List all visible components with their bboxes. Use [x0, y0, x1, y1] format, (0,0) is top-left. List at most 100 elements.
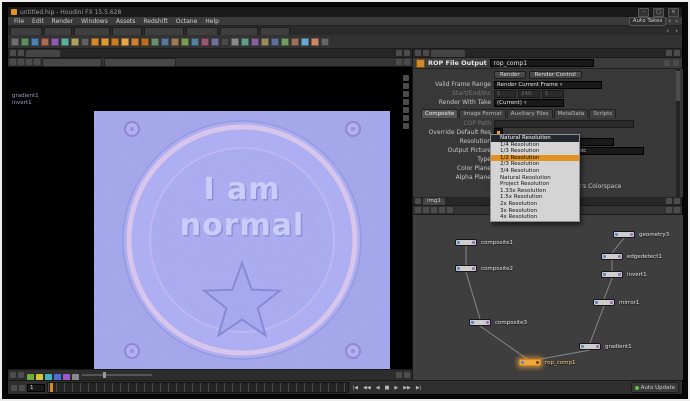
menu-item[interactable]: Project Resolution — [491, 181, 579, 188]
node-display-flag[interactable] — [630, 233, 633, 236]
shelf-tool-icon[interactable] — [131, 38, 139, 46]
network-search-icon[interactable] — [674, 207, 680, 213]
shelf-tab[interactable] — [74, 27, 110, 35]
menu-item[interactable]: 4x Resolution — [491, 214, 579, 221]
pane-close-icon[interactable] — [674, 198, 680, 204]
node-input-flag[interactable] — [603, 273, 606, 276]
view-snapshot-icon[interactable] — [404, 59, 410, 65]
shelf-tool-icon[interactable] — [251, 38, 259, 46]
view-tool-icon[interactable] — [403, 91, 409, 97]
network-back-icon[interactable] — [415, 207, 421, 213]
viewer-pane-tab[interactable] — [26, 50, 60, 57]
view-tool-icon[interactable] — [403, 99, 409, 105]
node-display-flag[interactable] — [472, 241, 475, 244]
view-tool-icon[interactable] — [403, 75, 409, 81]
shelf-tool-icon[interactable] — [61, 38, 69, 46]
menu-redshift[interactable]: Redshift — [139, 17, 171, 26]
shelf-tool-icon[interactable] — [201, 38, 209, 46]
network-editor[interactable]: composite1 composite2 composite3 geometr… — [412, 215, 683, 380]
pane-menu-icon[interactable] — [415, 50, 421, 56]
pane-pin-icon[interactable] — [666, 198, 672, 204]
shelf-tool-icon[interactable] — [291, 38, 299, 46]
node-edgedetect1[interactable]: edgedetect1 — [601, 253, 623, 260]
pane-close-icon[interactable] — [404, 50, 410, 56]
params-scrollbar[interactable] — [676, 69, 680, 197]
shelf-tool-icon[interactable] — [151, 38, 159, 46]
menu-file[interactable]: File — [10, 17, 28, 26]
pane-menu-icon[interactable] — [10, 50, 16, 56]
menu-help[interactable]: Help — [201, 17, 223, 26]
timeline[interactable] — [47, 382, 349, 393]
pane-pin-icon[interactable] — [666, 50, 672, 56]
node-composite2[interactable]: composite2 — [455, 265, 477, 272]
tab-auxiliary-files[interactable]: Auxiliary Files — [507, 109, 553, 118]
shelf-tool-icon[interactable] — [71, 38, 79, 46]
network-snap-icon[interactable] — [447, 207, 453, 213]
cop-path-field[interactable] — [494, 120, 634, 128]
current-frame-field[interactable]: 1 — [27, 384, 45, 392]
node-name-field[interactable]: rop_comp1 — [490, 59, 594, 67]
keyframe-icon[interactable] — [19, 385, 25, 391]
menu-render[interactable]: Render — [48, 17, 77, 26]
params-pane-tab[interactable] — [431, 50, 465, 57]
tab-scripts[interactable]: Scripts — [589, 109, 616, 118]
node-display-flag[interactable] — [596, 345, 599, 348]
node-display-flag[interactable] — [536, 361, 539, 364]
shelf-tool-icon[interactable] — [271, 38, 279, 46]
shelf-tool-icon[interactable] — [211, 38, 219, 46]
shelf-scroll-left-icon[interactable]: ‹ — [664, 27, 671, 35]
shelf-tool-icon[interactable] — [221, 38, 229, 46]
network-pane-tab[interactable]: img1 — [423, 198, 445, 205]
network-home-icon[interactable] — [431, 207, 437, 213]
shelf-tool-icon[interactable] — [11, 38, 19, 46]
view-pan-icon[interactable] — [18, 59, 24, 65]
play-button[interactable]: ▶ — [393, 385, 400, 391]
tab-metadata[interactable]: MetaData — [554, 109, 589, 118]
stop-button[interactable]: ■ — [383, 385, 391, 391]
render-with-take-dropdown[interactable]: (Current)▾ — [494, 99, 564, 107]
slider-knob[interactable] — [103, 372, 106, 378]
node-display-flag[interactable] — [618, 255, 621, 258]
close-button[interactable]: × — [668, 8, 679, 17]
shelf-tool-icon[interactable] — [301, 38, 309, 46]
view-tool-icon[interactable] — [403, 115, 409, 121]
node-rop-comp1[interactable]: rop_comp1 — [519, 359, 541, 366]
auto-takes-button[interactable]: Auto Takes — [629, 17, 667, 26]
pane-close-icon[interactable] — [674, 50, 680, 56]
play-reverse-button[interactable]: ◀ — [374, 385, 381, 391]
lock-icon[interactable] — [664, 60, 670, 66]
shelf-tool-icon[interactable] — [111, 38, 119, 46]
node-input-flag[interactable] — [521, 361, 524, 364]
menu-item[interactable]: 1/2 Resolution — [491, 155, 579, 162]
shelf-tool-icon[interactable] — [261, 38, 269, 46]
menu-edit[interactable]: Edit — [28, 17, 48, 26]
node-display-flag[interactable] — [610, 301, 613, 304]
minimize-button[interactable]: – — [638, 8, 649, 17]
shelf-tool-icon[interactable] — [311, 38, 319, 46]
maximize-button[interactable]: □ — [653, 8, 664, 17]
shelf-tool-icon[interactable] — [171, 38, 179, 46]
display-plane-dropdown[interactable] — [104, 58, 176, 67]
node-display-flag[interactable] — [618, 273, 621, 276]
render-button[interactable]: Render — [494, 71, 526, 79]
shelf-tab[interactable] — [144, 27, 184, 35]
node-input-flag[interactable] — [457, 267, 460, 270]
view-tool-icon[interactable] — [403, 107, 409, 113]
pane-split-icon[interactable] — [18, 50, 24, 56]
channel-menu-icon[interactable] — [10, 372, 16, 378]
shelf-tool-icon[interactable] — [191, 38, 199, 46]
node-display-flag[interactable] — [472, 267, 475, 270]
tab-image-format[interactable]: Image Format — [459, 109, 505, 118]
shelf-tool-icon[interactable] — [81, 38, 89, 46]
menu-item[interactable]: 2/3 Resolution — [491, 161, 579, 168]
node-input-flag[interactable] — [615, 233, 618, 236]
go-end-button[interactable]: ▶| — [414, 385, 423, 391]
view-tool-icon[interactable] — [403, 123, 409, 129]
menu-item[interactable]: 3/4 Resolution — [491, 168, 579, 175]
tab-composite[interactable]: Composite — [421, 109, 458, 118]
playbar-options-icon[interactable] — [11, 385, 17, 391]
node-mirror1[interactable]: mirror1 — [593, 299, 615, 306]
prev-key-button[interactable]: ◀◀ — [362, 385, 373, 391]
shelf-tab[interactable] — [186, 27, 218, 35]
view-inspect-icon[interactable] — [34, 59, 40, 65]
